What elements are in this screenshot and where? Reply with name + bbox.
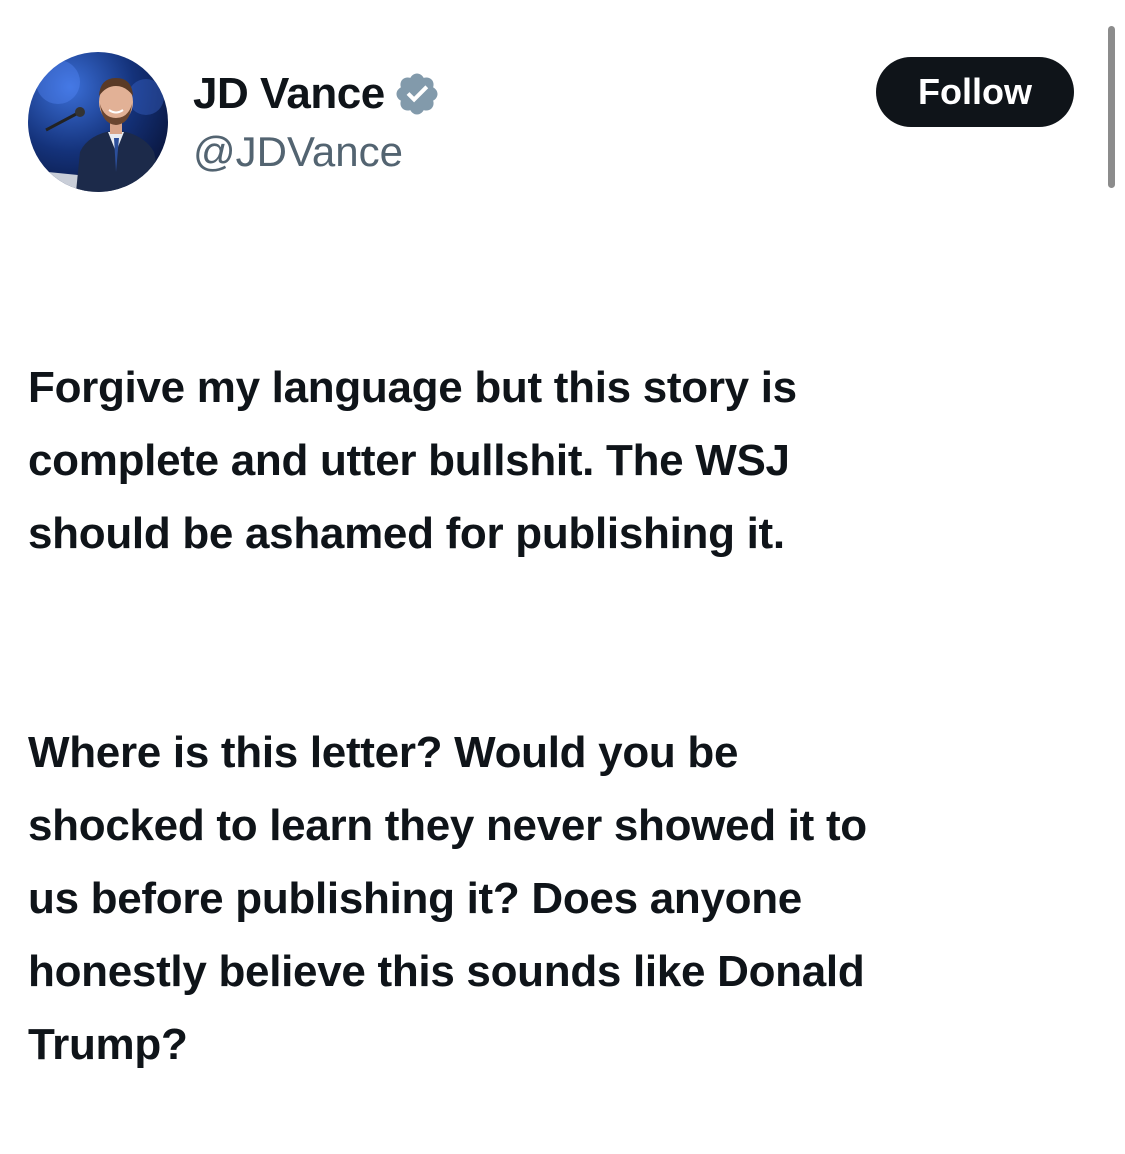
- tweet-paragraph: Forgive my language but this story is co…: [28, 363, 797, 558]
- avatar[interactable]: [28, 52, 168, 192]
- display-name[interactable]: JD Vance: [193, 69, 385, 119]
- tweet-text: Forgive my language but this story is co…: [28, 278, 1098, 1154]
- verified-badge-icon[interactable]: [393, 70, 441, 118]
- follow-button[interactable]: Follow: [876, 57, 1074, 127]
- scrollbar[interactable]: [1108, 26, 1115, 188]
- handle[interactable]: @JDVance: [193, 128, 441, 176]
- tweet-header: JD Vance @JDVance Follow: [28, 52, 1088, 192]
- tweet-paragraph: Where is this letter? Would you be shock…: [28, 728, 867, 1069]
- author-info: JD Vance @JDVance: [193, 66, 441, 176]
- display-name-row: JD Vance: [193, 66, 441, 122]
- profile-photo-icon: [28, 60, 164, 192]
